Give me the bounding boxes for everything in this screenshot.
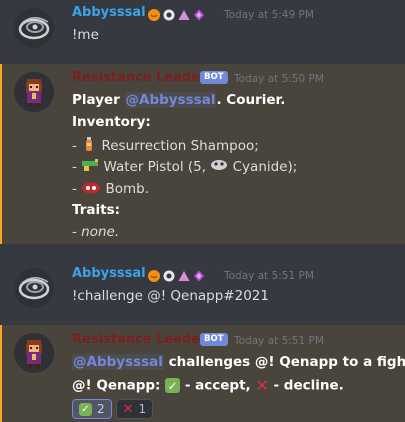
player-line: Player @Abbysssal. Courier. — [72, 92, 286, 108]
check-icon: ✓ — [79, 402, 92, 416]
author-name[interactable]: Resistance Leader — [72, 70, 206, 85]
swirl-avatar-icon — [14, 8, 54, 48]
user-badges — [148, 6, 205, 21]
message-4: Resistance Leader BOT Today at 5:51 PM @… — [0, 325, 405, 422]
cyanide-icon — [210, 159, 228, 175]
challenge-line: @Abbysssal challenges @! Qenapp to a fig… — [72, 354, 405, 370]
inventory-item: - Water Pistol (5, Cyanide); — [72, 158, 298, 176]
pixel-character-icon — [14, 333, 54, 373]
bot-tag: BOT — [200, 71, 228, 84]
potion-icon — [81, 136, 97, 156]
triangle-icon — [178, 267, 190, 281]
gem-icon — [193, 267, 205, 282]
author-name[interactable]: Resistance Leader — [72, 332, 206, 347]
reactions: ✓ 2 ✕ 1 — [72, 399, 154, 419]
bomb-icon — [81, 180, 101, 198]
inventory-item: - Resurrection Shampoo; — [72, 136, 259, 156]
message-text: !challenge @! Qenapp#2021 — [72, 288, 269, 304]
user-mention[interactable]: @Abbysssal — [124, 92, 217, 108]
cross-icon: ✕ — [122, 401, 134, 417]
cross-icon: ✕ — [255, 376, 269, 395]
message-2: Resistance Leader BOT Today at 5:50 PM P… — [0, 64, 405, 244]
eye-icon — [163, 267, 175, 282]
inventory-label: Inventory: — [72, 114, 151, 130]
heart-face-icon — [148, 6, 160, 21]
check-icon: ✓ — [165, 378, 181, 393]
user-avatar[interactable] — [14, 268, 54, 308]
triangle-icon — [178, 6, 190, 20]
timestamp: Today at 5:51 PM — [224, 270, 314, 282]
author-name[interactable]: Abbysssal — [72, 5, 146, 20]
user-avatar[interactable] — [14, 8, 54, 48]
bot-tag: BOT — [200, 333, 228, 346]
choice-line: @! Qenapp: ✓ - accept, ✕ - decline. — [72, 376, 344, 395]
message-1: Abbysssal Today at 5:49 PM !me — [0, 0, 405, 58]
message-3: Abbysssal Today at 5:51 PM !challenge @!… — [0, 262, 405, 318]
traits-value: - none. — [72, 224, 120, 240]
user-mention[interactable]: @Abbysssal — [72, 354, 164, 370]
heart-face-icon — [148, 267, 160, 282]
eye-icon — [163, 6, 175, 21]
traits-label: Traits: — [72, 202, 121, 218]
water-pistol-icon — [81, 158, 99, 176]
reaction-check[interactable]: ✓ 2 — [72, 399, 112, 419]
author-name[interactable]: Abbysssal — [72, 266, 146, 281]
swirl-avatar-icon — [14, 268, 54, 308]
bot-avatar[interactable] — [14, 72, 54, 112]
message-text: !me — [72, 27, 99, 43]
user-badges — [148, 267, 205, 282]
reaction-cross[interactable]: ✕ 1 — [115, 399, 154, 419]
timestamp: Today at 5:50 PM — [234, 73, 324, 85]
pixel-character-icon — [14, 72, 54, 112]
timestamp: Today at 5:49 PM — [224, 9, 314, 21]
inventory-item: - Bomb. — [72, 180, 150, 198]
gem-icon — [193, 6, 205, 21]
bot-avatar[interactable] — [14, 333, 54, 373]
timestamp: Today at 5:51 PM — [234, 335, 324, 347]
